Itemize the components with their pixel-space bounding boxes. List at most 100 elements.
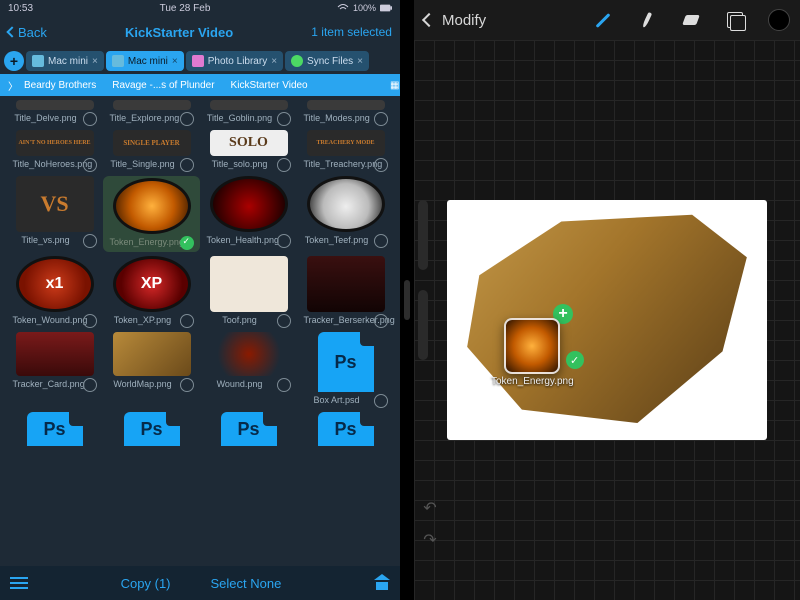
eraser-tool[interactable] bbox=[680, 9, 702, 31]
menu-button[interactable] bbox=[10, 577, 28, 589]
select-toggle[interactable] bbox=[277, 158, 291, 172]
file-item[interactable]: Wound.png bbox=[200, 332, 297, 408]
close-icon[interactable]: × bbox=[92, 56, 98, 67]
select-none-button[interactable]: Select None bbox=[211, 576, 282, 591]
file-item[interactable]: VSTitle_vs.png bbox=[6, 176, 103, 252]
device-icon bbox=[32, 55, 44, 67]
add-tab-button[interactable]: + bbox=[4, 51, 24, 71]
file-item[interactable]: Title_Goblin.png bbox=[200, 100, 297, 126]
thumbnail: VS bbox=[16, 176, 94, 232]
tab-photo-library[interactable]: Photo Library× bbox=[186, 51, 283, 71]
file-item[interactable]: Ps bbox=[6, 412, 103, 446]
select-toggle[interactable] bbox=[277, 378, 291, 392]
battery-pct: 100% bbox=[353, 3, 376, 13]
device-icon bbox=[112, 55, 124, 67]
file-name: Token_Health.png bbox=[207, 236, 273, 246]
back-label: Back bbox=[18, 25, 47, 40]
crumb-root[interactable]: 〉 bbox=[0, 78, 16, 93]
file-item[interactable]: x1Token_Wound.png bbox=[6, 256, 103, 328]
tab-mac-mini-2[interactable]: Mac mini× bbox=[106, 51, 184, 71]
file-item[interactable]: Ps bbox=[297, 412, 394, 446]
grip-icon bbox=[404, 280, 410, 320]
select-toggle[interactable] bbox=[180, 236, 194, 250]
file-item-selected[interactable]: Token_Energy.png bbox=[103, 176, 200, 252]
dragged-thumbnail bbox=[504, 318, 560, 374]
file-item[interactable]: Token_Teef.png bbox=[297, 176, 394, 252]
file-item[interactable]: SINGLE PLAYERTitle_Single.png bbox=[103, 130, 200, 172]
dragged-file[interactable]: Token_Energy.png ✓ bbox=[491, 318, 574, 387]
close-icon[interactable]: × bbox=[271, 56, 277, 67]
file-item[interactable]: Token_Health.png bbox=[200, 176, 297, 252]
select-toggle[interactable] bbox=[374, 158, 388, 172]
copy-button[interactable]: Copy (1) bbox=[121, 576, 171, 591]
brush-icon bbox=[596, 13, 611, 28]
file-item[interactable]: SOLOTitle_solo.png bbox=[200, 130, 297, 172]
opacity-slider[interactable] bbox=[418, 290, 428, 360]
smudge-icon bbox=[642, 12, 652, 28]
file-grid[interactable]: Title_Delve.png Title_Explore.png Title_… bbox=[0, 96, 400, 566]
file-name: Token_XP.png bbox=[110, 316, 176, 326]
select-toggle[interactable] bbox=[180, 112, 194, 126]
select-toggle[interactable] bbox=[277, 314, 291, 328]
select-toggle[interactable] bbox=[83, 158, 97, 172]
crumb-view-toggle[interactable]: ▦ bbox=[382, 80, 400, 91]
select-toggle[interactable] bbox=[180, 378, 194, 392]
canvas[interactable]: + Token_Energy.png ✓ bbox=[447, 200, 767, 440]
drawing-title: Modify bbox=[442, 12, 486, 29]
select-toggle[interactable] bbox=[180, 158, 194, 172]
file-item[interactable]: XPToken_XP.png bbox=[103, 256, 200, 328]
brush-size-slider[interactable] bbox=[418, 200, 428, 270]
select-toggle[interactable] bbox=[180, 314, 194, 328]
file-item[interactable]: TREACHERY MODETitle_Treachery.png bbox=[297, 130, 394, 172]
close-icon[interactable]: × bbox=[357, 56, 363, 67]
thumbnail: SOLO bbox=[210, 130, 288, 156]
check-icon: ✓ bbox=[566, 351, 584, 369]
split-view-handle[interactable] bbox=[400, 0, 414, 600]
back-button[interactable]: Back bbox=[8, 25, 47, 40]
select-toggle[interactable] bbox=[83, 378, 97, 392]
select-toggle[interactable] bbox=[374, 112, 388, 126]
select-toggle[interactable] bbox=[374, 394, 388, 408]
file-item[interactable]: Title_Delve.png bbox=[6, 100, 103, 126]
file-item[interactable]: PsBox Art.psd bbox=[297, 332, 394, 408]
file-browser-app: 10:53 Tue 28 Feb 100% Back KickStarter V… bbox=[0, 0, 400, 600]
select-toggle[interactable] bbox=[277, 112, 291, 126]
psd-icon: Ps bbox=[318, 412, 374, 446]
home-button[interactable] bbox=[374, 576, 390, 590]
file-item[interactable]: Title_Explore.png bbox=[103, 100, 200, 126]
wifi-icon bbox=[337, 4, 349, 12]
close-icon[interactable]: × bbox=[172, 56, 178, 67]
undo-button[interactable]: ↶ bbox=[420, 498, 440, 518]
canvas-area[interactable]: + Token_Energy.png ✓ ↶ ↷ bbox=[414, 40, 800, 600]
file-item[interactable]: AIN'T NO HEROES HERETitle_NoHeroes.png bbox=[6, 130, 103, 172]
layers-button[interactable] bbox=[724, 9, 746, 31]
chevron-left-icon[interactable] bbox=[422, 13, 436, 27]
file-item[interactable]: Ps bbox=[103, 412, 200, 446]
brush-tool[interactable] bbox=[592, 9, 614, 31]
file-item[interactable]: Ps bbox=[200, 412, 297, 446]
crumb-1[interactable]: Beardy Brothers bbox=[16, 80, 104, 91]
title-bar: Back KickStarter Video 1 item selected bbox=[0, 16, 400, 48]
file-item[interactable]: Title_Modes.png bbox=[297, 100, 394, 126]
psd-icon: Ps bbox=[221, 412, 277, 446]
select-toggle[interactable] bbox=[374, 314, 388, 328]
psd-icon: Ps bbox=[124, 412, 180, 446]
tab-mac-mini-1[interactable]: Mac mini× bbox=[26, 51, 104, 71]
page-title: KickStarter Video bbox=[125, 25, 233, 40]
redo-button[interactable]: ↷ bbox=[420, 530, 440, 550]
select-toggle[interactable] bbox=[374, 234, 388, 248]
crumb-3[interactable]: KickStarter Video bbox=[223, 80, 382, 91]
select-toggle[interactable] bbox=[83, 314, 97, 328]
file-item[interactable]: Toof.png bbox=[200, 256, 297, 328]
crumb-2[interactable]: Ravage -...s of Plunder bbox=[104, 80, 222, 91]
file-item[interactable]: WorldMap.png bbox=[103, 332, 200, 408]
file-item[interactable]: Tracker_Berserker.png bbox=[297, 256, 394, 328]
select-toggle[interactable] bbox=[277, 234, 291, 248]
select-toggle[interactable] bbox=[83, 112, 97, 126]
select-toggle[interactable] bbox=[83, 234, 97, 248]
file-item[interactable]: Tracker_Card.png bbox=[6, 332, 103, 408]
smudge-tool[interactable] bbox=[636, 9, 658, 31]
thumbnail bbox=[16, 332, 94, 376]
color-swatch[interactable] bbox=[768, 9, 790, 31]
tab-sync-files[interactable]: Sync Files× bbox=[285, 51, 369, 71]
